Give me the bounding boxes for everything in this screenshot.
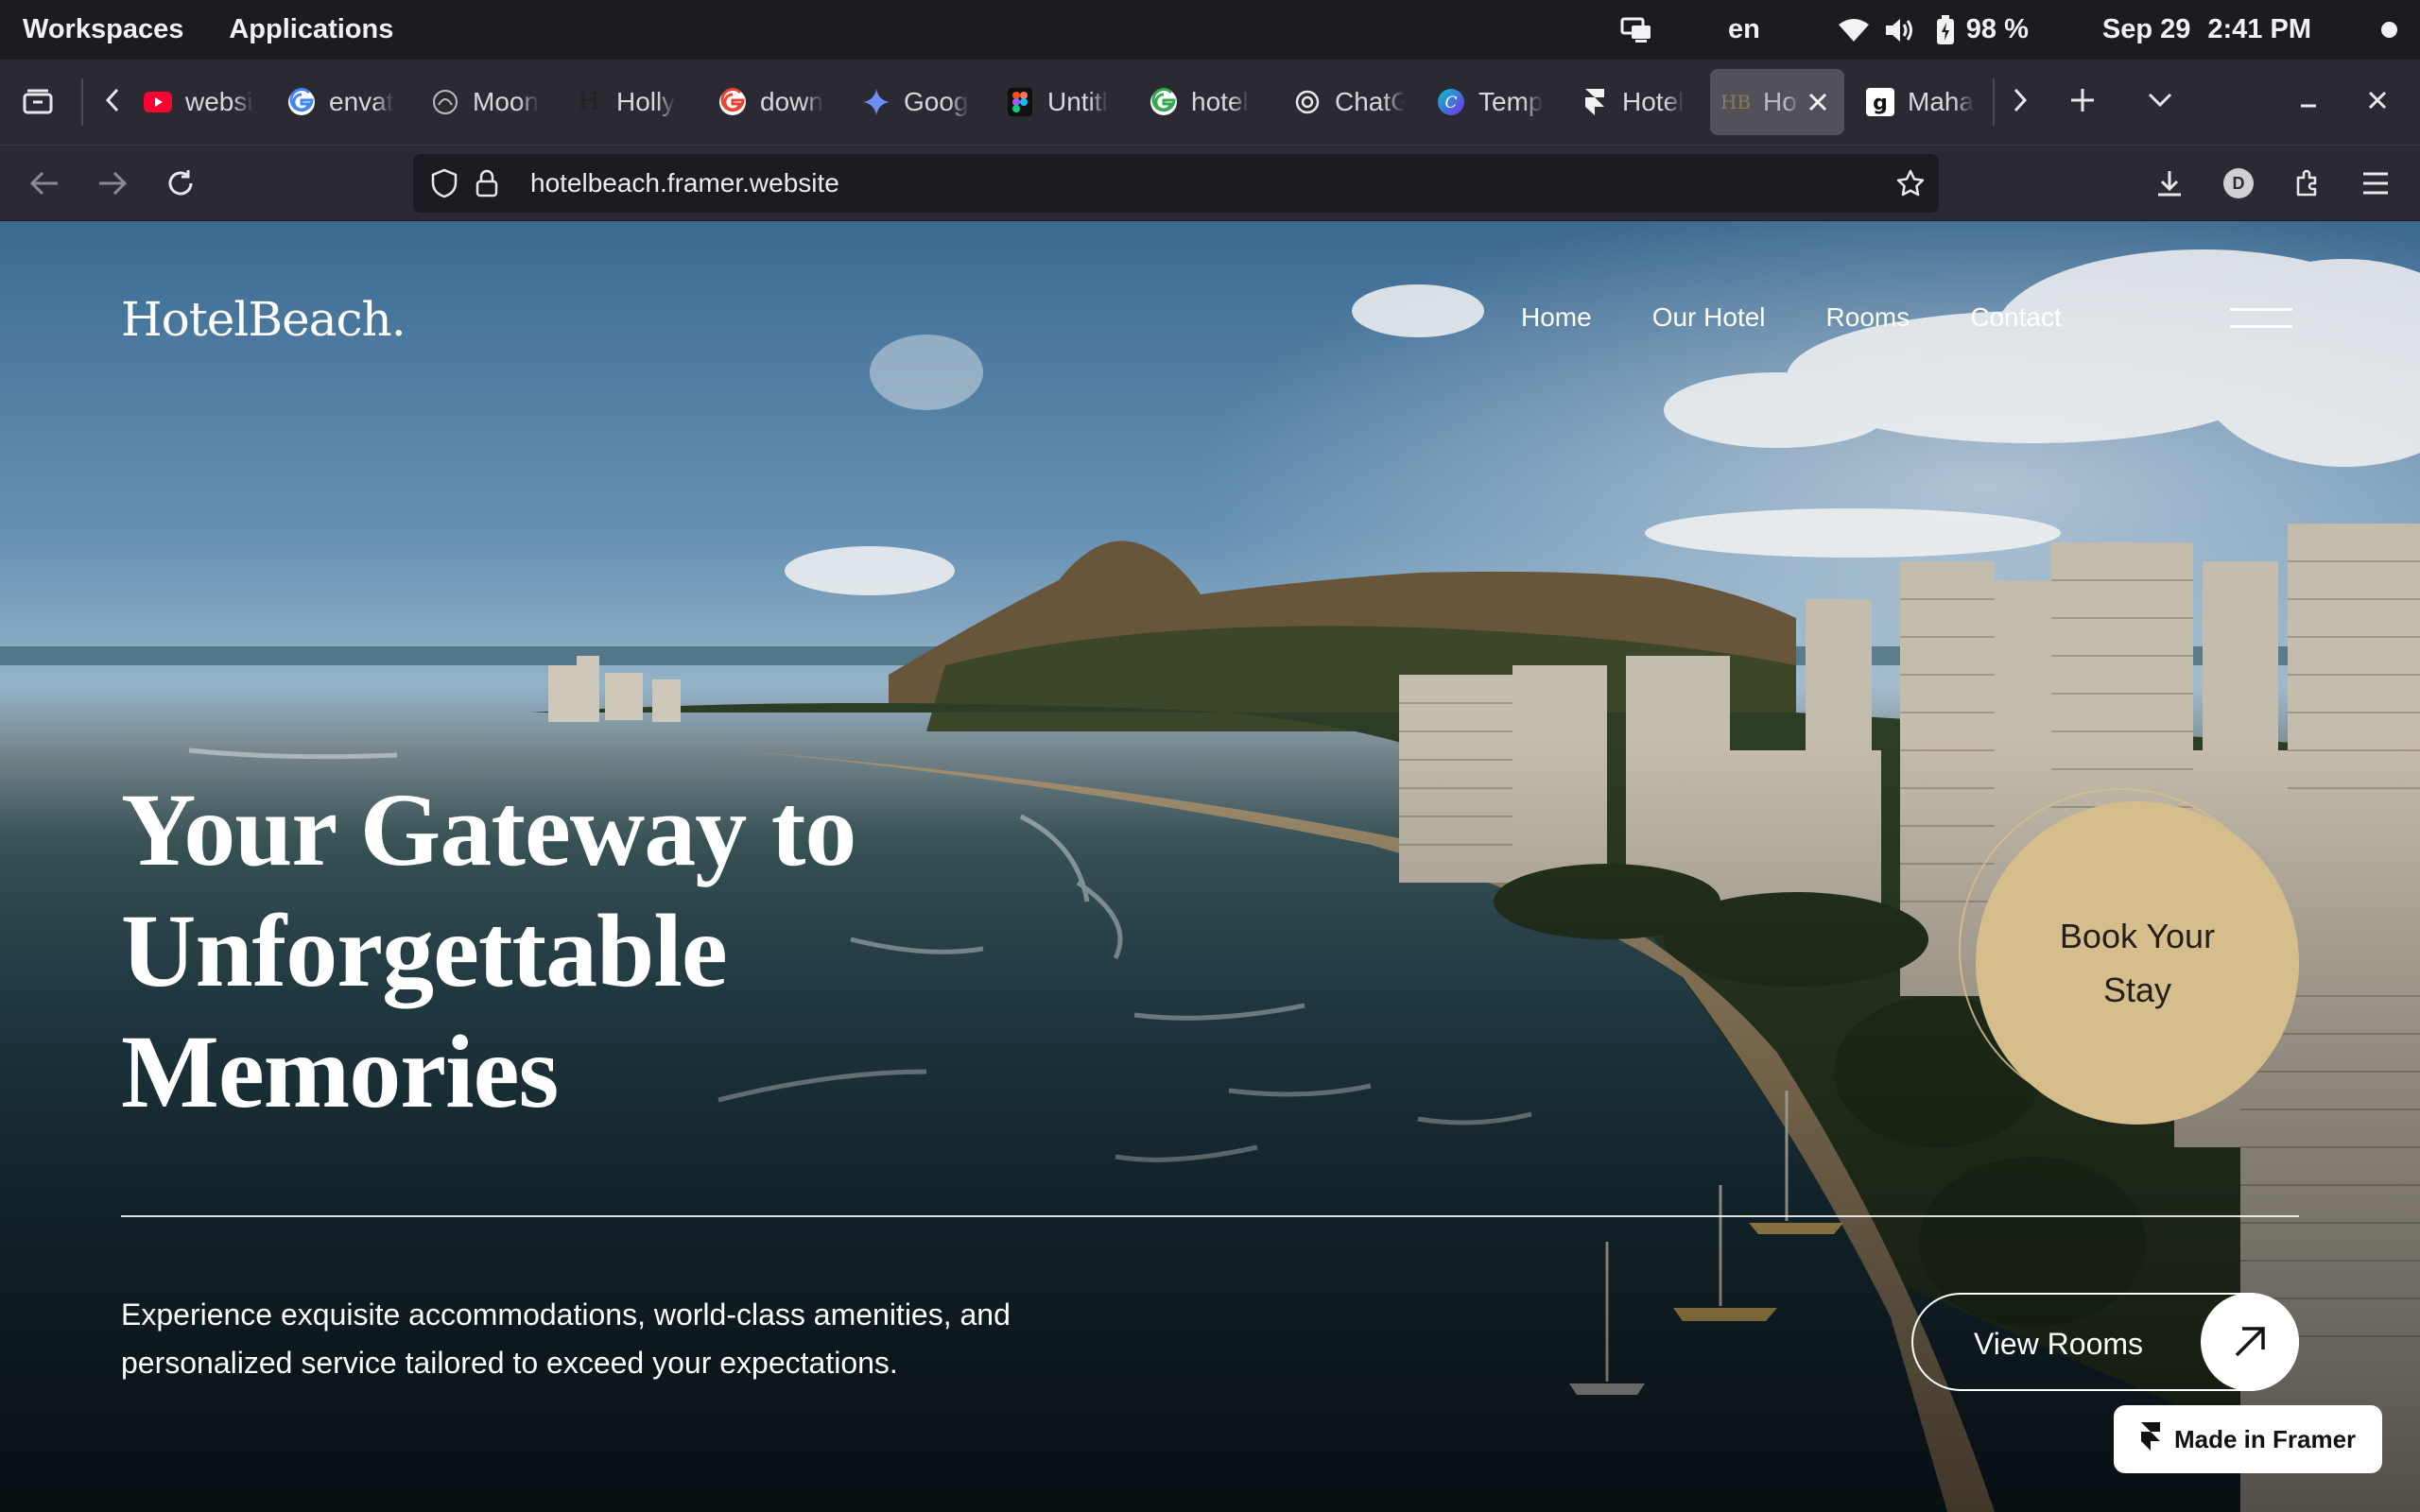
google-icon xyxy=(1150,88,1178,116)
battery-percentage: 98 % xyxy=(1965,14,2029,44)
workspaces-button[interactable]: Workspaces xyxy=(23,14,183,45)
downloads-icon[interactable] xyxy=(2146,160,2193,207)
gemini-icon xyxy=(862,88,890,116)
address-bar[interactable]: hotelbeach.framer.website xyxy=(413,154,1939,213)
nav-home[interactable]: Home xyxy=(1521,302,1592,333)
display-switch-icon[interactable] xyxy=(1620,16,1652,44)
tab-moon[interactable]: Moon xyxy=(420,69,552,135)
language-indicator[interactable]: en xyxy=(1728,14,1760,45)
tab-envat[interactable]: envat xyxy=(276,69,399,135)
h-logo-icon: H xyxy=(578,88,600,116)
applications-button[interactable]: Applications xyxy=(229,14,393,45)
google-icon xyxy=(287,88,316,116)
extensions-icon[interactable] xyxy=(2284,160,2331,207)
time-label[interactable]: 2:41 PM xyxy=(2207,14,2311,45)
app-menu-icon[interactable] xyxy=(2352,160,2399,207)
made-in-framer-badge[interactable]: Made in Framer xyxy=(2114,1405,2382,1473)
youtube-icon xyxy=(144,88,172,116)
tab-untitl[interactable]: Untitl xyxy=(994,69,1117,135)
canva-icon: C xyxy=(1437,88,1465,116)
tab-temp[interactable]: C Temp xyxy=(1426,69,1548,135)
back-icon[interactable] xyxy=(21,160,68,207)
browser-tab-strip: websi envat Moon H Holly down Goog Untit… xyxy=(0,60,2420,145)
arrow-up-right-icon xyxy=(2201,1293,2299,1391)
close-window-icon[interactable] xyxy=(2354,77,2401,124)
framer-logo-icon xyxy=(2140,1421,2161,1458)
tab-websi[interactable]: websi xyxy=(132,69,255,135)
openai-icon xyxy=(1293,88,1322,116)
framer-icon xyxy=(1581,88,1609,116)
tab-hotel-search[interactable]: hotel xyxy=(1138,69,1261,135)
scroll-tabs-left-icon[interactable] xyxy=(89,77,136,124)
moon-icon xyxy=(431,88,459,116)
battery-icon[interactable] xyxy=(1936,14,1955,45)
reload-icon[interactable] xyxy=(157,160,204,207)
status-dot-icon[interactable] xyxy=(2381,22,2397,38)
google-icon xyxy=(718,88,747,116)
scroll-tabs-right-icon[interactable] xyxy=(1996,77,2044,124)
gitbook-icon: g xyxy=(1866,88,1894,116)
volume-icon[interactable] xyxy=(1883,16,1915,44)
minimize-window-icon[interactable] xyxy=(2285,77,2332,124)
new-tab-icon[interactable] xyxy=(2059,77,2106,124)
hb-favicon: HB xyxy=(1720,91,1752,113)
tab-overview-icon[interactable] xyxy=(14,77,61,124)
tab-holly[interactable]: H Holly xyxy=(563,69,686,135)
hotelbeach-hero: HotelBeach. Home Our Hotel Rooms Contact… xyxy=(0,221,2420,1512)
tab-hotelbeach-active[interactable]: HB Hot xyxy=(1710,69,1844,135)
lock-icon[interactable] xyxy=(472,168,502,198)
tracking-protection-icon[interactable] xyxy=(429,168,459,198)
tab-down[interactable]: down xyxy=(707,69,830,135)
nav-contact[interactable]: Contact xyxy=(1970,302,2062,333)
figma-icon xyxy=(1006,88,1034,116)
view-rooms-button[interactable]: View Rooms xyxy=(1911,1293,2299,1391)
nav-rooms[interactable]: Rooms xyxy=(1826,302,1910,333)
browser-nav-toolbar: hotelbeach.framer.website D xyxy=(0,145,2420,220)
account-avatar[interactable]: D xyxy=(2215,160,2262,207)
hero-headline: Your Gateway to Unforgettable Memories xyxy=(121,772,856,1129)
wifi-icon[interactable] xyxy=(1838,17,1870,43)
site-logo[interactable]: HotelBeach. xyxy=(121,292,406,347)
hamburger-menu-icon[interactable] xyxy=(2230,306,2292,335)
svg-text:C: C xyxy=(1444,94,1457,112)
tab-hotel[interactable]: Hotel xyxy=(1569,69,1692,135)
svg-text:g: g xyxy=(1873,92,1888,115)
bookmark-star-icon[interactable] xyxy=(1895,168,1926,198)
book-your-stay-button[interactable]: Book Your Stay xyxy=(1976,801,2299,1125)
tab-goog[interactable]: Goog xyxy=(851,69,974,135)
hero-description: Experience exquisite accommodations, wor… xyxy=(121,1297,1011,1380)
nav-our-hotel[interactable]: Our Hotel xyxy=(1652,302,1766,333)
system-top-bar: Workspaces Applications en 98 % Sep 29 2… xyxy=(0,0,2420,60)
list-all-tabs-icon[interactable] xyxy=(2136,77,2184,124)
site-nav: Home Our Hotel Rooms Contact xyxy=(1521,302,2062,333)
date-label[interactable]: Sep 29 xyxy=(2102,14,2191,45)
forward-icon[interactable] xyxy=(89,160,136,207)
hero-divider xyxy=(121,1215,2299,1217)
tab-chatg[interactable]: ChatG xyxy=(1282,69,1405,135)
url-text[interactable]: hotelbeach.framer.website xyxy=(530,168,839,198)
close-tab-icon[interactable] xyxy=(1806,90,1829,112)
tab-maha[interactable]: g Maha xyxy=(1855,69,1978,135)
